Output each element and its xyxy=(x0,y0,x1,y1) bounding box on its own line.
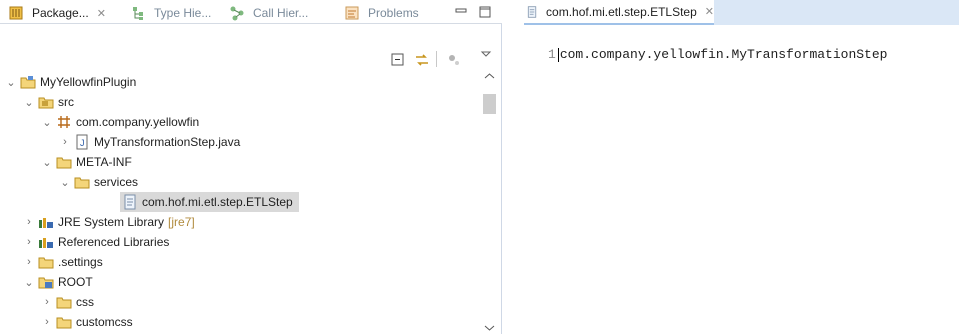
tree-item-referenced-libraries[interactable]: › Referenced Libraries xyxy=(22,232,169,252)
chevron-right-icon[interactable]: › xyxy=(58,135,72,149)
svg-text:J: J xyxy=(80,138,85,148)
editor-tab[interactable]: com.hof.mi.etl.step.ETLStep ✕ xyxy=(524,0,714,25)
source-folder-icon xyxy=(38,97,54,109)
editor-tab-strip xyxy=(714,0,959,25)
folder-icon xyxy=(74,177,90,189)
call-hierarchy-icon xyxy=(230,6,244,21)
line-text: com.company.yellowfin.MyTransformationSt… xyxy=(559,47,888,62)
package-explorer-icon xyxy=(9,6,23,20)
toolbar-separator xyxy=(436,51,437,67)
chevron-down-icon[interactable]: ⌄ xyxy=(40,155,54,169)
folder-icon xyxy=(56,317,72,329)
scroll-down-icon[interactable] xyxy=(484,324,495,332)
chevron-right-icon[interactable]: › xyxy=(40,295,54,309)
line-number-ruler xyxy=(510,26,556,334)
scroll-up-icon[interactable] xyxy=(484,72,495,80)
tree-item-java-file[interactable]: › J MyTransformationStep.java xyxy=(58,132,240,152)
chevron-down-icon[interactable]: ⌄ xyxy=(4,75,18,89)
root-folder-icon xyxy=(38,277,54,289)
tree-scrollbar[interactable] xyxy=(481,66,498,334)
tree-item-settings[interactable]: › .settings xyxy=(22,252,103,272)
tree-item-meta-inf[interactable]: ⌄ META-INF xyxy=(40,152,131,172)
library-icon xyxy=(39,218,53,228)
minimize-icon[interactable] xyxy=(453,4,469,20)
tree-item-services[interactable]: ⌄ services xyxy=(58,172,138,192)
tab-type-hierarchy[interactable]: Type Hie... xyxy=(128,4,211,22)
package-icon xyxy=(58,116,70,128)
view-tab-bar: Package... ✕ Type Hie... Call Hier... Pr… xyxy=(0,0,502,24)
tree-item-root[interactable]: ⌄ ROOT xyxy=(22,272,92,292)
view-menu-icon[interactable] xyxy=(480,48,492,60)
library-icon xyxy=(39,238,53,248)
type-hierarchy-icon xyxy=(133,7,143,20)
project-tree: ⌄ MyYellowfinPlugin ⌄ src ⌄ com.company.… xyxy=(0,66,480,334)
text-editor[interactable]: 1 com.company.yellowfin.MyTransformationS… xyxy=(510,26,959,334)
tab-call-hierarchy[interactable]: Call Hier... xyxy=(227,4,308,22)
line-number: 1 xyxy=(548,47,556,62)
chevron-right-icon[interactable]: › xyxy=(40,315,54,329)
tree-item-jre[interactable]: › JRE System Library [jre7] xyxy=(22,212,195,232)
project-icon xyxy=(20,76,36,89)
tree-item-customcss[interactable]: › customcss xyxy=(40,312,133,332)
chevron-down-icon[interactable]: ⌄ xyxy=(22,95,36,109)
maximize-icon[interactable] xyxy=(477,4,493,20)
text-file-icon xyxy=(124,194,136,210)
view-toolbar xyxy=(0,46,500,67)
editor-panel: com.hof.mi.etl.step.ETLStep ✕ 1 com.compa… xyxy=(510,0,959,334)
close-icon[interactable]: ✕ xyxy=(97,7,106,20)
tab-package-explorer[interactable]: Package... ✕ xyxy=(6,4,106,22)
tab-problems[interactable]: Problems xyxy=(342,4,419,22)
package-explorer-panel: Package... ✕ Type Hie... Call Hier... Pr… xyxy=(0,0,502,334)
scrollbar-thumb[interactable] xyxy=(483,94,496,114)
chevron-down-icon[interactable]: ⌄ xyxy=(40,115,54,129)
chevron-right-icon[interactable]: › xyxy=(22,215,36,229)
folder-icon xyxy=(38,257,54,269)
chevron-down-icon[interactable]: ⌄ xyxy=(58,175,72,189)
text-caret xyxy=(557,47,559,62)
editor-line-1[interactable]: 1 com.company.yellowfin.MyTransformationS… xyxy=(548,47,887,62)
tree-item-etlstep[interactable]: com.hof.mi.etl.step.ETLStep xyxy=(120,192,299,212)
chevron-down-icon[interactable]: ⌄ xyxy=(22,275,36,289)
chevron-right-icon[interactable]: › xyxy=(22,235,36,249)
text-file-icon xyxy=(527,5,537,18)
tree-item-css[interactable]: › css xyxy=(40,292,94,312)
tree-item-package[interactable]: ⌄ com.company.yellowfin xyxy=(40,112,199,132)
chevron-right-icon[interactable]: › xyxy=(22,255,36,269)
tree-item-src[interactable]: ⌄ src xyxy=(22,92,74,112)
tree-item-project[interactable]: ⌄ MyYellowfinPlugin xyxy=(4,72,136,92)
folder-icon xyxy=(56,157,72,169)
problems-icon xyxy=(345,6,359,20)
java-file-icon: J xyxy=(76,134,88,150)
close-icon[interactable]: ✕ xyxy=(705,5,714,18)
folder-icon xyxy=(56,297,72,309)
